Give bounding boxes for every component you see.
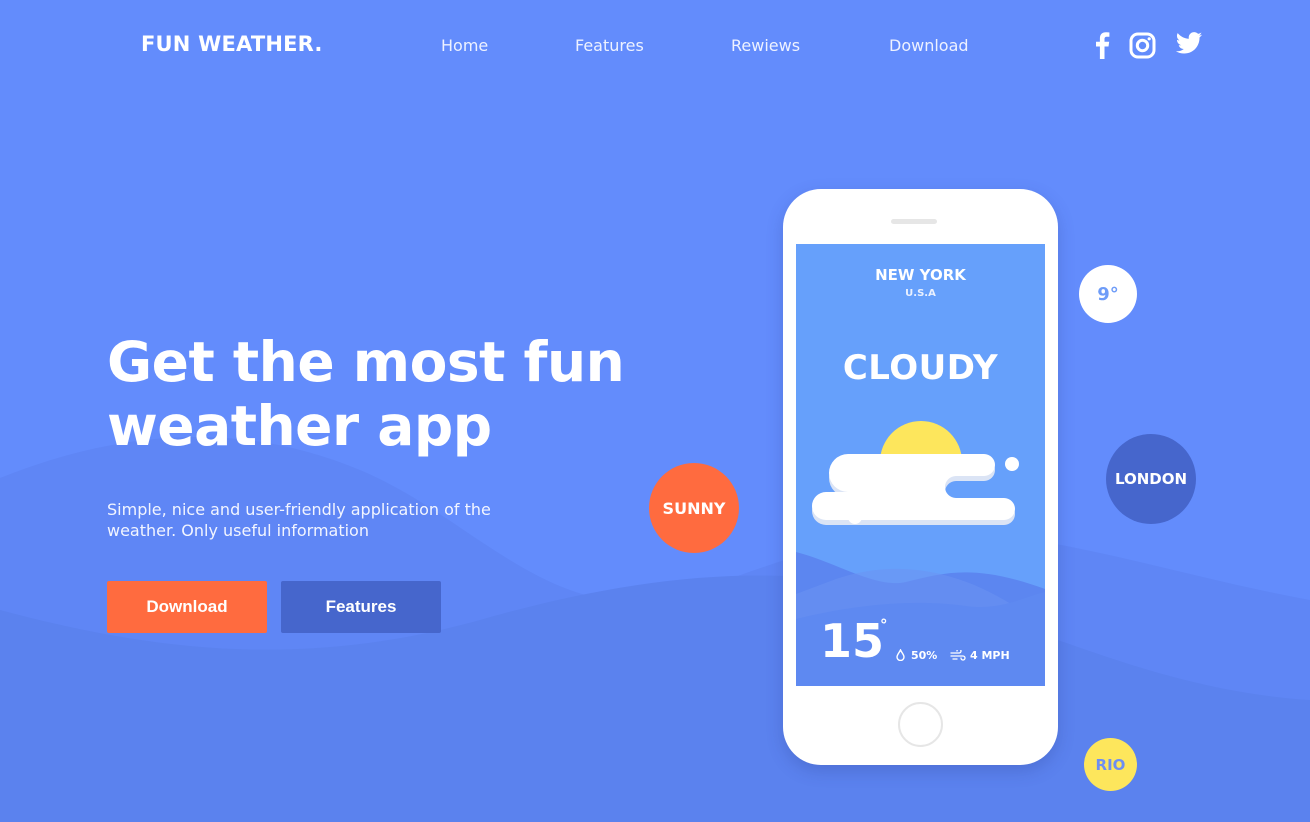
weather-condition: CLOUDY <box>842 348 999 388</box>
hero-subtitle: Simple, nice and user-friendly applicati… <box>107 499 527 541</box>
wind-value: 4 MPH <box>970 649 1010 662</box>
droplet-icon <box>896 649 905 661</box>
phone-speaker <box>891 219 937 224</box>
rio-bubble[interactable]: RIO <box>1084 738 1137 791</box>
phone-mockup: NEW YORK U.S.A CLOUDY 15 ° 50% 4 MPH <box>783 189 1058 765</box>
temperature-value: 15 <box>820 614 885 668</box>
phone-home-button <box>898 702 943 747</box>
hero-title: Get the most fun weather app <box>107 330 627 458</box>
hero-title-line-2: weather app <box>107 394 492 458</box>
temperature-bubble[interactable]: 9° <box>1079 265 1137 323</box>
degree-symbol: ° <box>880 616 888 634</box>
nav-home[interactable]: Home <box>441 36 488 55</box>
nav-reviews[interactable]: Rewiews <box>731 36 800 55</box>
cloud-icon <box>812 454 1019 525</box>
hero-subtitle-line-1: Simple, nice and user-friendly applicati… <box>107 500 491 519</box>
instagram-icon[interactable] <box>1129 32 1156 59</box>
nav-features[interactable]: Features <box>575 36 644 55</box>
twitter-icon[interactable] <box>1176 32 1203 54</box>
main-nav: Home Features Rewiews Download <box>0 36 1310 60</box>
phone-screen: NEW YORK U.S.A CLOUDY 15 ° 50% 4 MPH <box>796 244 1045 686</box>
sunny-bubble[interactable]: SUNNY <box>649 463 739 553</box>
hero-subtitle-line-2: weather. Only useful information <box>107 521 369 540</box>
humidity-value: 50% <box>911 649 938 662</box>
nav-download[interactable]: Download <box>889 36 969 55</box>
country-name: U.S.A <box>905 288 936 299</box>
hero-title-line-1: Get the most fun <box>107 330 625 394</box>
download-button[interactable]: Download <box>107 581 267 633</box>
wind-icon <box>950 650 966 661</box>
features-button[interactable]: Features <box>281 581 441 633</box>
london-bubble[interactable]: LONDON <box>1106 434 1196 524</box>
facebook-icon[interactable] <box>1093 31 1111 59</box>
city-name: NEW YORK <box>875 266 966 284</box>
